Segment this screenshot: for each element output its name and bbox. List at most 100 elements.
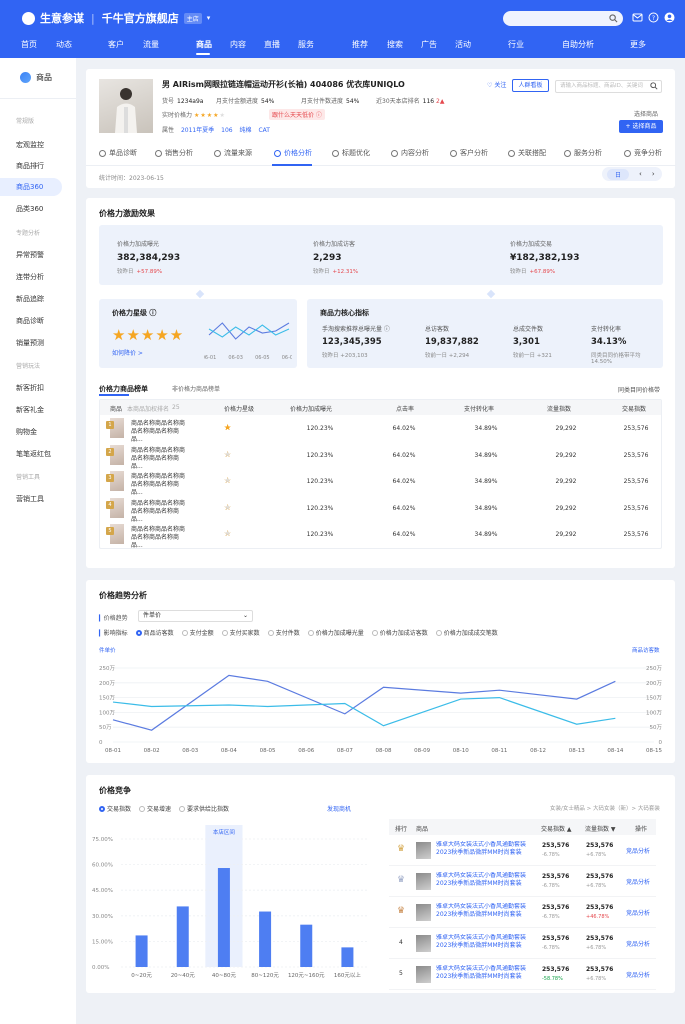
bar[interactable] — [217, 868, 230, 967]
price-metric-select[interactable]: 件单价 ⌄ — [138, 610, 253, 622]
global-search-input[interactable] — [503, 11, 623, 26]
attr-tag[interactable]: 纯棉 — [240, 125, 252, 134]
competitor-analysis-link[interactable]: 竞品分析 — [626, 877, 650, 886]
tab-diagnose[interactable]: 单品诊断 — [99, 148, 137, 158]
pick-product-button[interactable]: + 选择商品 — [619, 120, 663, 133]
bar[interactable] — [176, 906, 189, 967]
col-flow-index[interactable]: 流量指数 ▼ — [585, 824, 616, 833]
chevron-left-icon[interactable]: ‹ — [639, 170, 642, 178]
sidebar-item-new-gift[interactable]: 新客礼金 — [16, 405, 44, 415]
nav-traffic[interactable]: 流量 — [143, 39, 159, 50]
user-avatar-icon[interactable] — [664, 12, 675, 23]
people-board-button[interactable]: 人群看板 — [512, 79, 549, 92]
same-category-link[interactable]: 同类目同价格带 — [618, 385, 660, 394]
nav-activity[interactable]: 活动 — [455, 39, 471, 50]
table-row[interactable]: ♛ 雅卓大码女装法式小香风通勤套装2023秋季新品微胖MM时尚套装 253,576 -… — [389, 897, 656, 928]
improve-link[interactable]: 如何降价 > — [112, 348, 143, 357]
table-row[interactable]: 4 商品名称商品名称商品名称商品名称商品... ★ ★ ★ ★ ★ 120.23% 64.02%… — [100, 495, 661, 524]
competitor-analysis-link[interactable]: 竞品分析 — [626, 908, 650, 917]
tab-sales[interactable]: 销售分析 — [155, 148, 193, 158]
nav-ads[interactable]: 广告 — [421, 39, 437, 50]
product-name[interactable]: 商品名称商品名称商品名称商品名称商品... — [131, 420, 187, 444]
sidebar-item-new-discount[interactable]: 新客折扣 — [16, 383, 44, 393]
radio-option[interactable]: 交易指数 — [99, 804, 131, 813]
product-name[interactable]: 商品名称商品名称商品名称商品名称商品... — [131, 526, 187, 550]
radio-option[interactable]: 商品访客数 — [135, 628, 174, 637]
tab-service-analysis[interactable]: 服务分析 — [564, 148, 602, 158]
sidebar-item-macro[interactable]: 宏观监控 — [16, 140, 44, 150]
sidebar-item-category360[interactable]: 品类360 — [16, 204, 43, 214]
follow-button[interactable]: ♡ 关注 — [487, 80, 506, 89]
radio-option[interactable]: 交易增速 — [139, 804, 171, 813]
sidebar-item-linked[interactable]: 连带分析 — [16, 272, 44, 282]
radio-option[interactable]: 支付件数 — [267, 628, 300, 637]
nav-industry[interactable]: 行业 — [508, 39, 524, 50]
sidebar-item-diagnose[interactable]: 商品诊断 — [16, 316, 44, 326]
tab-price-ranking[interactable]: 价格力商品榜单 — [99, 384, 148, 394]
help-icon[interactable]: ? — [648, 12, 659, 23]
attr-tag[interactable]: CAT — [258, 127, 270, 134]
sidebar-item-forecast[interactable]: 销量预测 — [16, 338, 44, 348]
radio-option[interactable]: 价格力加成曝光量 — [307, 628, 364, 637]
product-search-input[interactable]: 请输入商品标题、商品ID、关键词 — [555, 80, 662, 93]
table-row[interactable]: 5 商品名称商品名称商品名称商品名称商品... ★ ★ ★ ★ ★ 120.23% 64.02%… — [100, 521, 661, 550]
bar[interactable] — [341, 947, 354, 967]
table-row[interactable]: 4 雅卓大码女装法式小香风通勤套装2023秋季新品微胖MM时尚套装 253,576 -… — [389, 928, 656, 959]
date-granularity-button[interactable]: 日 — [607, 168, 630, 180]
tab-competition[interactable]: 竞争分析 — [624, 148, 662, 158]
tab-traffic-source[interactable]: 流量来源 — [214, 148, 252, 158]
promo-badge[interactable]: 跟什么天天低价 ⓘ — [269, 109, 325, 120]
chevron-down-icon[interactable]: ▾ — [207, 14, 211, 22]
col-trade-index[interactable]: 交易指数 ▲ — [541, 824, 572, 833]
mail-icon[interactable] — [632, 12, 643, 23]
nav-home[interactable]: 首页 — [21, 39, 37, 50]
tab-linked[interactable]: 关联搭配 — [508, 148, 546, 158]
tab-price-analysis[interactable]: 价格分析 — [274, 148, 312, 158]
sidebar-item-new-track[interactable]: 新品追踪 — [16, 294, 44, 304]
sidebar-item-tools[interactable]: 营销工具 — [16, 494, 44, 504]
table-row[interactable]: 1 商品名称商品名称商品名称商品名称商品... ★ ★ ★ ★ ★ 120.23% 64.02%… — [100, 415, 661, 444]
radio-option[interactable]: 价格力加成成交笔数 — [435, 628, 498, 637]
nav-live[interactable]: 直播 — [264, 39, 280, 50]
sidebar-item-shopping-gold[interactable]: 购物金 — [16, 427, 37, 437]
tab-title-optimize[interactable]: 标题优化 — [332, 148, 370, 158]
nav-customer[interactable]: 客户 — [108, 39, 124, 50]
radio-option[interactable]: 价格力加成访客数 — [371, 628, 428, 637]
tab-non-price-ranking[interactable]: 非价格力商品榜单 — [172, 384, 220, 393]
product-name[interactable]: 商品名称商品名称商品名称商品名称商品... — [131, 500, 187, 524]
search-icon[interactable] — [650, 82, 658, 90]
attr-tag[interactable]: 2011年夏季 — [181, 125, 214, 134]
table-row[interactable]: 2 商品名称商品名称商品名称商品名称商品... ★ ★ ★ ★ ★ 120.23% 64.02%… — [100, 442, 661, 470]
table-row[interactable]: 5 雅卓大码女装法式小香风通勤套装2023秋季新品微胖MM时尚套装 253,576 -… — [389, 959, 656, 990]
nav-self-analysis[interactable]: 自助分析 — [562, 39, 594, 50]
sidebar-item-ranking[interactable]: 商品排行 — [16, 161, 44, 171]
radio-option[interactable]: 支付买家数 — [221, 628, 260, 637]
competitor-analysis-link[interactable]: 竞品分析 — [626, 846, 650, 855]
nav-product[interactable]: 商品 — [196, 39, 212, 50]
table-row[interactable]: 3 商品名称商品名称商品名称商品名称商品... ★ ★ ★ ★ ★ 120.23% 64.02%… — [100, 468, 661, 496]
sidebar-item-alert[interactable]: 异常预警 — [16, 250, 44, 260]
attr-tag[interactable]: 106 — [221, 127, 232, 134]
radio-option[interactable]: 要求供给比指数 — [179, 804, 229, 813]
store-name[interactable]: 千牛官方旗舰店 — [102, 10, 179, 26]
table-row[interactable]: ♛ 雅卓大码女装法式小香风通勤套装2023秋季新品微胖MM时尚套装 253,576 -… — [389, 835, 656, 866]
discover-opportunity-link[interactable]: 发现商机 — [327, 804, 351, 813]
product-name[interactable]: 雅卓大码女装法式小香风通勤套装2023秋季新品微胖MM时尚套装 — [436, 965, 526, 982]
chevron-right-icon[interactable]: › — [652, 170, 655, 178]
search-icon[interactable] — [609, 14, 618, 23]
bar[interactable] — [300, 924, 313, 967]
product-name[interactable]: 雅卓大码女装法式小香风通勤套装2023秋季新品微胖MM时尚套装 — [436, 903, 526, 920]
bar[interactable] — [259, 911, 272, 967]
nav-dynamic[interactable]: 动态 — [56, 39, 72, 50]
product-name[interactable]: 雅卓大码女装法式小香风通勤套装2023秋季新品微胖MM时尚套装 — [436, 872, 526, 889]
product-name[interactable]: 雅卓大码女装法式小香风通勤套装2023秋季新品微胖MM时尚套装 — [436, 934, 526, 951]
nav-recommend[interactable]: 推荐 — [352, 39, 368, 50]
competitor-analysis-link[interactable]: 竞品分析 — [626, 939, 650, 948]
competitor-analysis-link[interactable]: 竞品分析 — [626, 970, 650, 979]
tab-customer-analysis[interactable]: 客户分析 — [450, 148, 488, 158]
bar[interactable] — [135, 935, 148, 967]
nav-service[interactable]: 服务 — [298, 39, 314, 50]
sidebar-item-product360[interactable]: 商品360 — [0, 178, 62, 196]
product-name[interactable]: 雅卓大码女装法式小香风通勤套装2023秋季新品微胖MM时尚套装 — [436, 841, 526, 858]
nav-more[interactable]: 更多 — [630, 39, 646, 50]
